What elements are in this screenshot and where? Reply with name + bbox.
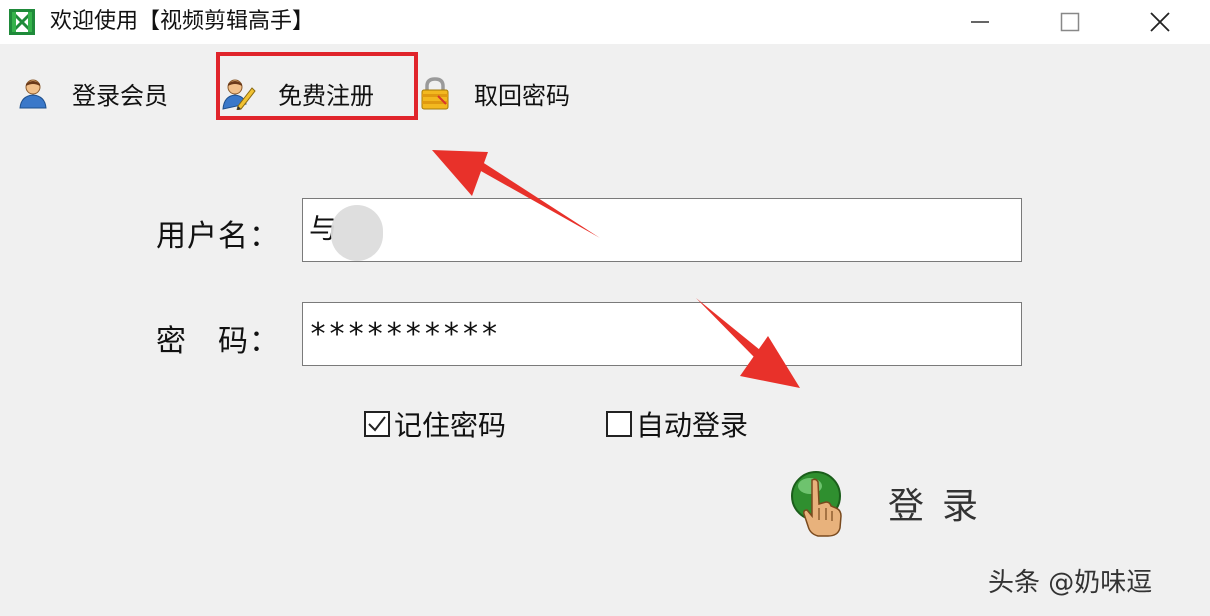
username-redaction-blur bbox=[331, 205, 383, 261]
maximize-button[interactable] bbox=[1030, 0, 1110, 44]
auto-login-checkbox[interactable]: 自动登录 bbox=[606, 404, 748, 444]
close-icon bbox=[1150, 12, 1170, 32]
app-icon bbox=[9, 9, 35, 35]
hand-pointer-icon bbox=[791, 471, 842, 537]
toolbar-login-member[interactable]: 登录会员 bbox=[16, 62, 196, 124]
auto-login-label: 自动登录 bbox=[636, 409, 749, 442]
auto-login-checkbox-box bbox=[606, 411, 632, 437]
login-button[interactable]: 登录 bbox=[786, 468, 1006, 538]
password-input[interactable]: ********** bbox=[302, 302, 1022, 366]
close-button[interactable] bbox=[1120, 0, 1200, 44]
watermark-text: 头条 @奶味逗 bbox=[988, 568, 1153, 598]
toolbar-retrieve-password-label: 取回密码 bbox=[474, 81, 570, 110]
register-highlight-box bbox=[216, 52, 418, 120]
toolbar-login-member-label: 登录会员 bbox=[72, 81, 168, 110]
toolbar: 登录会员 免费注册 取回密码 bbox=[0, 60, 1210, 126]
title-bar: 欢迎使用【视频剪辑高手】 bbox=[0, 0, 1210, 44]
toolbar-retrieve-password[interactable]: 取回密码 bbox=[418, 62, 608, 124]
password-value: ********** bbox=[309, 317, 500, 352]
member-user-icon bbox=[16, 76, 50, 110]
minimize-button[interactable] bbox=[940, 0, 1020, 44]
remember-password-checkbox[interactable]: 记住密码 bbox=[364, 404, 506, 444]
username-input[interactable]: 与 bbox=[302, 198, 1022, 262]
remember-password-label: 记住密码 bbox=[394, 409, 507, 442]
password-label: 密 码： bbox=[156, 324, 280, 359]
minimize-icon bbox=[971, 21, 989, 23]
login-button-label: 登录 bbox=[888, 486, 997, 527]
username-label: 用户名： bbox=[156, 219, 280, 254]
maximize-icon bbox=[1060, 12, 1080, 32]
remember-password-checkbox-box bbox=[364, 411, 390, 437]
window-title: 欢迎使用【视频剪辑高手】 bbox=[50, 9, 315, 34]
checkmark-icon bbox=[368, 416, 386, 432]
padlock-icon bbox=[418, 76, 452, 110]
